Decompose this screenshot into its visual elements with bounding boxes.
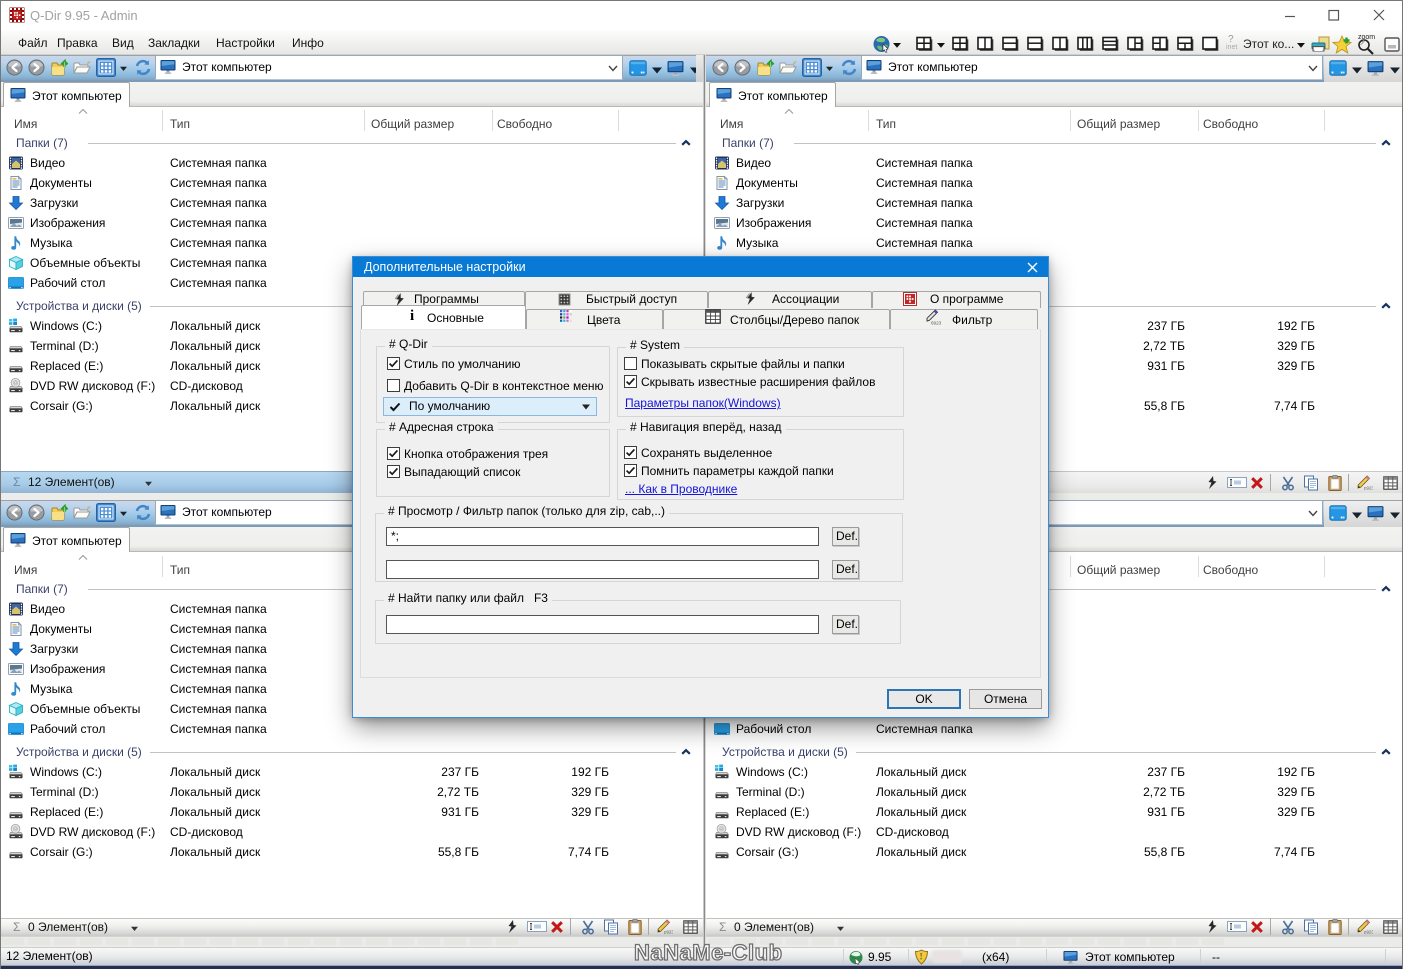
svg-text:p923: p923 [1364, 486, 1373, 490]
svg-text:p923: p923 [1364, 930, 1373, 934]
svg-text:!: ! [920, 952, 923, 962]
svg-text:6923: 6923 [931, 321, 942, 326]
svg-text:p923: p923 [664, 930, 673, 934]
